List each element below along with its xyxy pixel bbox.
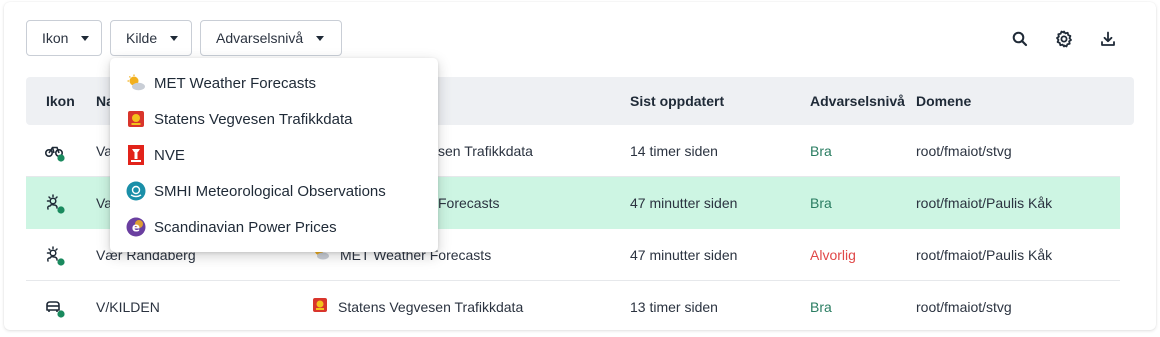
car-icon	[46, 301, 65, 318]
sun-cloud-icon	[126, 73, 146, 93]
nve-logo-icon	[126, 145, 146, 165]
row-domain: root/fmaiot/Paulis Kåk	[916, 247, 1053, 263]
download-icon	[1101, 31, 1115, 46]
bicycle-icon	[44, 146, 65, 162]
source-option-label: MET Weather Forecasts	[154, 74, 316, 92]
weather-icon	[46, 246, 65, 266]
vegvesen-logo-icon	[126, 109, 146, 129]
search-icon	[1012, 31, 1028, 47]
source-option-label: Statens Vegvesen Trafikkdata	[154, 110, 353, 128]
row-severity: Bra	[810, 143, 832, 159]
download-button[interactable]	[1097, 28, 1119, 50]
column-header-severity[interactable]: Advarselsnivå	[810, 77, 905, 125]
source-option-smhi[interactable]: SMHI Meteorological Observations	[110, 173, 438, 209]
row-source: sen Trafikkdata	[438, 143, 533, 159]
source-option-label: Scandinavian Power Prices	[154, 218, 337, 236]
power-price-logo-icon: e	[126, 217, 146, 237]
row-domain: root/fmaiot/stvg	[916, 299, 1012, 315]
row-source: Statens Vegvesen Trafikkdata	[312, 281, 523, 333]
row-updated: 47 minutter siden	[630, 195, 738, 211]
search-button[interactable]	[1009, 28, 1031, 50]
column-header-updated[interactable]: Sist oppdatert	[630, 77, 724, 125]
severity-filter-label: Advarselsnivå	[216, 30, 304, 46]
source-option-label: SMHI Meteorological Observations	[154, 182, 386, 200]
source-option-power-prices[interactable]: e Scandinavian Power Prices	[110, 209, 438, 245]
table-row[interactable]: V/KILDEN Statens Vegvesen Trafikkdata 13…	[26, 281, 1120, 333]
column-header-domain[interactable]: Domene	[916, 77, 971, 125]
settings-button[interactable]	[1053, 28, 1075, 50]
source-option-label: NVE	[154, 146, 185, 164]
row-updated: 13 timer siden	[630, 299, 718, 315]
row-updated: 14 timer siden	[630, 143, 718, 159]
row-severity: Alvorlig	[810, 247, 856, 263]
source-option-vegvesen[interactable]: Statens Vegvesen Trafikkdata	[110, 101, 438, 137]
gear-icon	[1056, 30, 1072, 48]
icon-filter-button[interactable]: Ikon	[26, 20, 102, 56]
source-option-met[interactable]: MET Weather Forecasts	[110, 65, 438, 101]
row-name: V/KILDEN	[96, 299, 160, 315]
column-header-icon[interactable]: Ikon	[46, 77, 75, 125]
source-filter-button[interactable]: Kilde	[110, 20, 192, 56]
row-severity: Bra	[810, 195, 832, 211]
caret-down-icon	[316, 35, 325, 41]
severity-filter-button[interactable]: Advarselsnivå	[200, 20, 342, 56]
caret-down-icon	[170, 35, 179, 41]
svg-text:e: e	[132, 221, 140, 235]
source-filter-label: Kilde	[126, 30, 158, 46]
row-updated: 47 minutter siden	[630, 247, 738, 263]
source-filter-menu: MET Weather Forecasts Statens Vegvesen T…	[110, 58, 438, 252]
row-domain: root/fmaiot/Paulis Kåk	[916, 195, 1053, 211]
icon-filter-label: Ikon	[42, 30, 69, 46]
row-domain: root/fmaiot/stvg	[916, 143, 1012, 159]
vegvesen-logo-icon	[312, 282, 328, 334]
row-source-label: Statens Vegvesen Trafikkdata	[338, 299, 524, 315]
row-source: Forecasts	[438, 195, 500, 211]
weather-icon	[46, 194, 65, 214]
smhi-logo-icon	[126, 181, 146, 201]
source-option-nve[interactable]: NVE	[110, 137, 438, 173]
row-severity: Bra	[810, 299, 832, 315]
caret-down-icon	[81, 35, 90, 41]
